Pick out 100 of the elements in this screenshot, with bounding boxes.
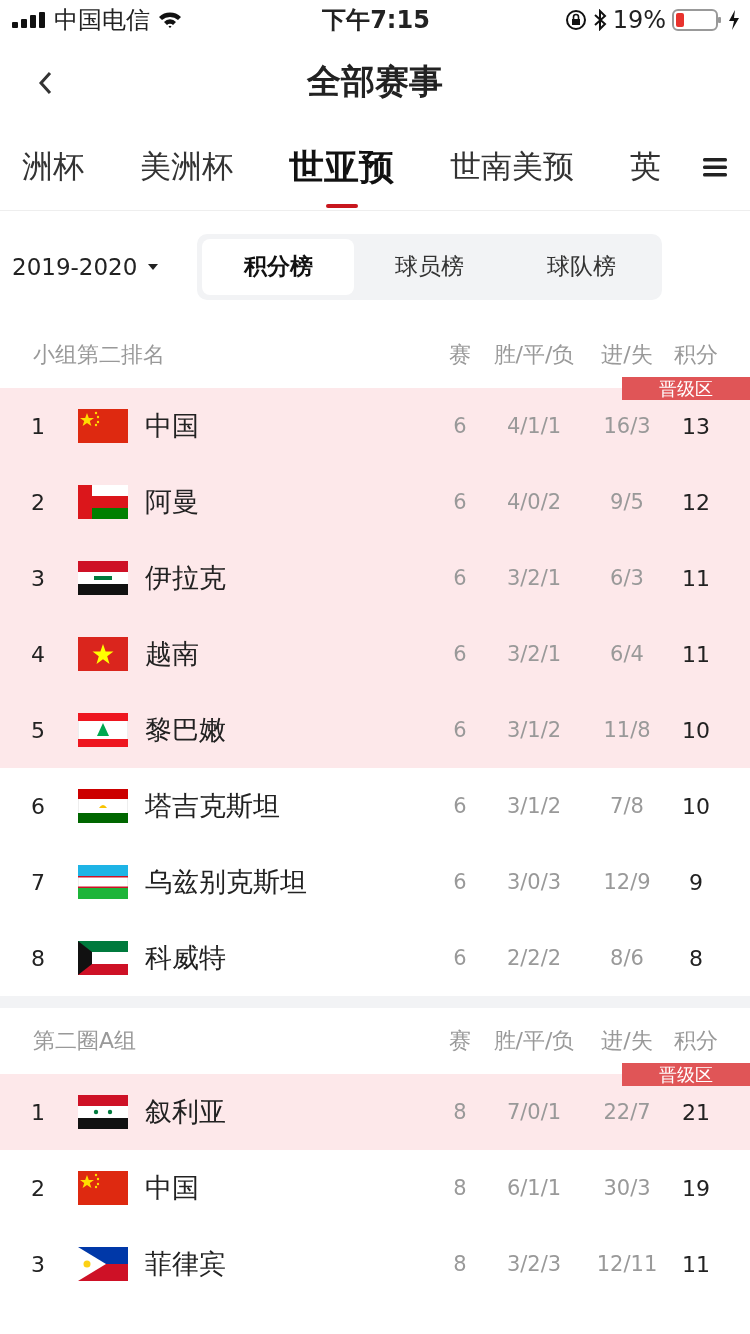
points: 13 xyxy=(681,413,711,439)
battery-icon xyxy=(672,9,722,31)
win-draw-loss: 4/1/1 xyxy=(505,414,563,438)
win-draw-loss: 7/0/1 xyxy=(505,1100,563,1124)
segment-tab[interactable]: 积分榜 xyxy=(202,238,355,295)
column-header: 赛 xyxy=(448,341,472,369)
wifi-icon xyxy=(158,11,182,29)
signal-icon xyxy=(12,12,46,28)
team-name: 中国 xyxy=(145,1171,200,1205)
goals-for-against: 9/5 xyxy=(609,490,645,514)
points: 11 xyxy=(681,641,711,667)
points: 11 xyxy=(681,565,711,591)
team-name: 中国 xyxy=(145,409,200,443)
column-header: 进/失 xyxy=(600,1027,654,1055)
win-draw-loss: 3/2/1 xyxy=(505,642,563,666)
column-header: 积分 xyxy=(673,1027,719,1055)
win-draw-loss: 6/1/1 xyxy=(505,1176,563,1200)
battery-percent: 19% xyxy=(612,6,666,34)
group-title: 第二圈A组 xyxy=(33,1027,138,1055)
menu-icon xyxy=(703,157,727,177)
rank: 2 xyxy=(30,1175,46,1201)
competition-tab[interactable]: 英 xyxy=(630,124,661,210)
rank: 7 xyxy=(30,869,46,895)
matches-played: 6 xyxy=(452,414,468,438)
goals-for-against: 22/7 xyxy=(602,1100,652,1124)
standings-row[interactable]: 4 越南 6 3/2/1 6/4 11 xyxy=(0,616,750,692)
win-draw-loss: 2/2/2 xyxy=(505,946,563,970)
segment-tab[interactable]: 球队榜 xyxy=(505,238,658,295)
caret-icon xyxy=(147,261,160,272)
matches-played: 6 xyxy=(452,870,468,894)
win-draw-loss: 3/1/2 xyxy=(505,794,563,818)
goals-for-against: 7/8 xyxy=(609,794,645,818)
standings-row[interactable]: 3 伊拉克 6 3/2/1 6/3 11 xyxy=(0,540,750,616)
team-name: 叙利亚 xyxy=(145,1095,227,1129)
points: 21 xyxy=(681,1099,711,1125)
matches-played: 6 xyxy=(452,566,468,590)
goals-for-against: 16/3 xyxy=(602,414,652,438)
page-title: 全部赛事 xyxy=(307,60,443,103)
points: 10 xyxy=(681,717,711,743)
points: 12 xyxy=(681,489,711,515)
team-name: 伊拉克 xyxy=(145,561,227,595)
rotation-lock-icon xyxy=(564,9,587,31)
competition-tab[interactable]: 世南美预 xyxy=(450,124,574,210)
win-draw-loss: 3/0/3 xyxy=(505,870,563,894)
matches-played: 6 xyxy=(452,490,468,514)
points: 10 xyxy=(681,793,711,819)
rank: 2 xyxy=(30,489,46,515)
team-name: 塔吉克斯坦 xyxy=(145,789,281,823)
rank: 1 xyxy=(30,1099,46,1125)
competition-tab[interactable]: 美洲杯 xyxy=(140,124,233,210)
segment-tab[interactable]: 球员榜 xyxy=(354,238,506,295)
standings-row[interactable]: 5 黎巴嫩 6 3/1/2 11/8 10 xyxy=(0,692,750,768)
goals-for-against: 6/4 xyxy=(609,642,645,666)
points: 8 xyxy=(688,945,704,971)
rank: 3 xyxy=(30,1251,46,1277)
team-name: 科威特 xyxy=(145,941,227,975)
matches-played: 6 xyxy=(452,642,468,666)
rank: 6 xyxy=(30,793,46,819)
rank: 4 xyxy=(30,641,46,667)
rank: 5 xyxy=(30,717,46,743)
points: 9 xyxy=(688,869,704,895)
column-header: 胜/平/负 xyxy=(492,1027,576,1055)
team-name: 阿曼 xyxy=(145,485,200,519)
column-header: 胜/平/负 xyxy=(492,341,576,369)
competition-tab[interactable]: 洲杯 xyxy=(22,124,84,210)
promotion-badge: 晋级区 xyxy=(622,377,750,400)
season-dropdown[interactable]: 2019-2020 xyxy=(12,253,160,280)
team-name: 菲律宾 xyxy=(145,1247,227,1281)
group-title: 小组第二排名 xyxy=(33,341,166,369)
goals-for-against: 30/3 xyxy=(602,1176,652,1200)
charging-icon xyxy=(728,10,740,30)
goals-for-against: 12/11 xyxy=(595,1252,659,1276)
column-header: 积分 xyxy=(673,341,719,369)
column-header: 赛 xyxy=(448,1027,472,1055)
matches-played: 6 xyxy=(452,718,468,742)
team-name: 越南 xyxy=(145,637,200,671)
carrier-name: 中国电信 xyxy=(54,5,150,36)
goals-for-against: 8/6 xyxy=(609,946,645,970)
rank: 1 xyxy=(30,413,46,439)
points: 19 xyxy=(681,1175,711,1201)
win-draw-loss: 3/1/2 xyxy=(505,718,563,742)
win-draw-loss: 3/2/3 xyxy=(505,1252,563,1276)
standings-row[interactable]: 2 阿曼 6 4/0/2 9/5 12 xyxy=(0,464,750,540)
column-header: 进/失 xyxy=(600,341,654,369)
team-name: 黎巴嫩 xyxy=(145,713,227,747)
matches-played: 8 xyxy=(452,1176,468,1200)
rank: 8 xyxy=(30,945,46,971)
rank: 3 xyxy=(30,565,46,591)
matches-played: 6 xyxy=(452,946,468,970)
status-time: 下午7:15 xyxy=(322,5,430,36)
bluetooth-icon xyxy=(592,9,607,31)
goals-for-against: 12/9 xyxy=(602,870,652,894)
win-draw-loss: 4/0/2 xyxy=(505,490,563,514)
matches-played: 8 xyxy=(452,1100,468,1124)
promotion-badge: 晋级区 xyxy=(622,1063,750,1086)
goals-for-against: 11/8 xyxy=(602,718,652,742)
matches-played: 8 xyxy=(452,1252,468,1276)
win-draw-loss: 3/2/1 xyxy=(505,566,563,590)
competition-tab[interactable]: 世亚预 xyxy=(289,124,394,210)
goals-for-against: 6/3 xyxy=(609,566,645,590)
